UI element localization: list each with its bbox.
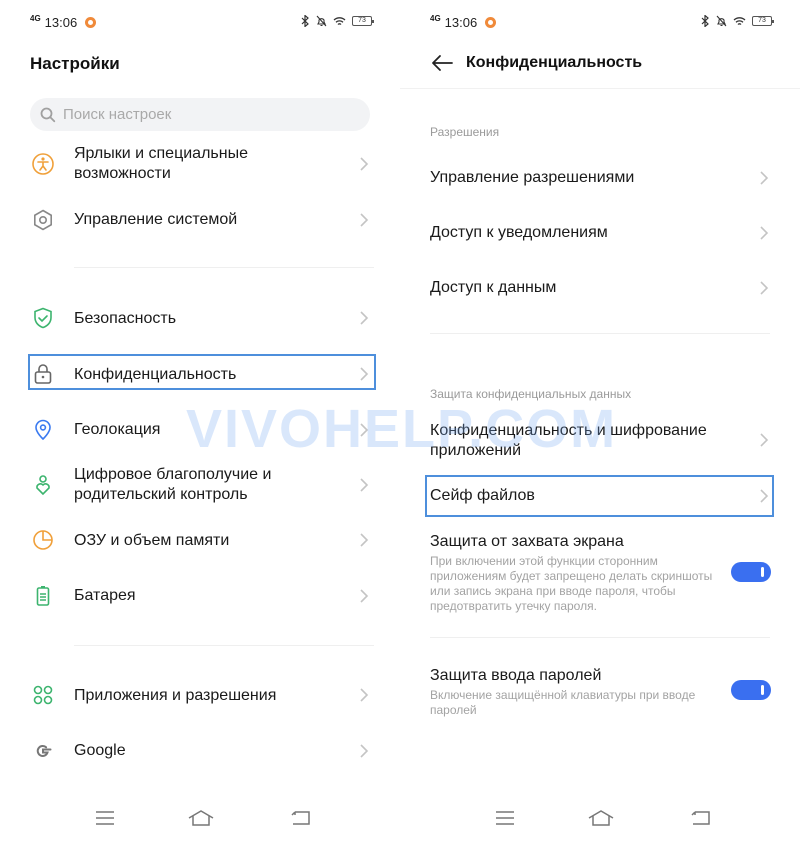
- chevron-right-icon: [360, 311, 369, 325]
- settings-item-label: Безопасность: [74, 310, 177, 327]
- section-divider: [74, 645, 374, 646]
- privacy-item-data-access[interactable]: Доступ к данным: [400, 268, 800, 308]
- toggle-title: Защита ввода паролей: [430, 667, 602, 684]
- settings-item-google[interactable]: Google: [0, 731, 400, 771]
- mute-icon: [716, 15, 727, 27]
- hexagon-gear-icon: [34, 209, 52, 231]
- chevron-right-icon: [760, 281, 769, 295]
- location-pin-icon: [35, 419, 51, 441]
- search-icon: [40, 107, 56, 122]
- status-bar: 4G 13:06 73: [400, 0, 800, 44]
- home-icon[interactable]: [587, 808, 615, 828]
- battery-indicator: 73: [752, 16, 774, 26]
- navigation-bar: [400, 800, 800, 840]
- back-arrow-icon[interactable]: [430, 53, 454, 73]
- chevron-right-icon: [360, 688, 369, 702]
- privacy-item-permission-management[interactable]: Управление разрешениями: [400, 158, 800, 198]
- privacy-item-password-input-protection: Защита ввода паролей Включение защищённо…: [400, 664, 800, 724]
- settings-item-label: Приложения и разрешения: [74, 687, 277, 704]
- settings-item-label: Google: [74, 742, 126, 759]
- menu-icon[interactable]: [93, 808, 117, 828]
- search-input[interactable]: [63, 106, 353, 123]
- privacy-item-label: Управление разрешениями: [430, 169, 635, 186]
- screen-capture-toggle[interactable]: [731, 562, 771, 582]
- menu-icon[interactable]: [493, 808, 517, 828]
- settings-item-security[interactable]: Безопасность: [0, 298, 400, 338]
- wellbeing-icon: [36, 475, 50, 496]
- status-time: 13:06: [444, 15, 478, 30]
- settings-item-label: ОЗУ и объем памяти: [74, 532, 230, 549]
- bluetooth-icon: [301, 15, 309, 27]
- page-title: Настройки: [30, 54, 120, 73]
- back-nav-icon[interactable]: [689, 808, 713, 828]
- privacy-item-label: Доступ к данным: [430, 279, 557, 296]
- chevron-right-icon: [360, 157, 369, 171]
- battery-indicator: 73: [352, 16, 374, 26]
- chevron-right-icon: [360, 533, 369, 547]
- toggle-description: Включение защищённой клавиатуры при ввод…: [430, 688, 696, 717]
- password-protection-toggle[interactable]: [731, 680, 771, 700]
- settings-item-label: Геолокация: [74, 421, 161, 438]
- settings-item-accessibility[interactable]: Ярлыки и специальные возможности: [0, 142, 400, 186]
- toggle-title: Защита от захвата экрана: [430, 533, 624, 550]
- shield-check-icon: [34, 307, 52, 329]
- chevron-right-icon: [760, 171, 769, 185]
- privacy-item-label: Доступ к уведомлениям: [430, 224, 608, 241]
- apps-grid-icon: [33, 685, 53, 705]
- privacy-item-screen-capture-protection: Защита от захвата экрана При включении э…: [400, 530, 800, 620]
- status-bar: 4G 13:06 73: [0, 0, 400, 44]
- battery-icon: [36, 586, 50, 606]
- settings-item-apps[interactable]: Приложения и разрешения: [0, 675, 400, 715]
- section-header-permissions: Разрешения: [430, 125, 500, 139]
- bluetooth-icon: [701, 15, 709, 27]
- accessibility-icon: [32, 153, 54, 175]
- privacy-item-notification-access[interactable]: Доступ к уведомлениям: [400, 213, 800, 253]
- chevron-right-icon: [360, 744, 369, 758]
- toggle-description: При включении этой функции сторонним при…: [430, 554, 713, 613]
- back-nav-icon[interactable]: [289, 808, 313, 828]
- notification-app-icon: [85, 17, 97, 28]
- search-bar[interactable]: [30, 98, 370, 131]
- settings-item-system[interactable]: Управление системой: [0, 200, 400, 240]
- home-icon[interactable]: [187, 808, 215, 828]
- chevron-right-icon: [760, 226, 769, 240]
- mute-icon: [316, 15, 327, 27]
- section-divider: [430, 333, 770, 334]
- section-divider: [430, 637, 770, 638]
- wifi-icon: [333, 16, 346, 25]
- notification-app-icon: [485, 17, 497, 28]
- settings-item-label: Ярлыки и специальные возможности: [74, 145, 248, 182]
- page-title: Конфиденциальность: [466, 54, 643, 71]
- status-time: 13:06: [44, 15, 78, 30]
- header-divider: [400, 88, 800, 89]
- navigation-bar: [0, 800, 400, 840]
- signal-indicator: 4G: [430, 13, 441, 23]
- settings-item-memory[interactable]: ОЗУ и объем памяти: [0, 520, 400, 560]
- section-divider: [74, 267, 374, 268]
- google-icon: [36, 745, 52, 757]
- settings-item-label: Управление системой: [74, 211, 238, 228]
- selection-highlight: [28, 354, 376, 390]
- chevron-right-icon: [360, 213, 369, 227]
- settings-item-wellbeing[interactable]: Цифровое благополучие и родительский кон…: [0, 462, 400, 508]
- settings-item-label: Цифровое благополучие и родительский кон…: [74, 466, 272, 503]
- chevron-right-icon: [360, 589, 369, 603]
- settings-item-battery[interactable]: Батарея: [0, 576, 400, 616]
- signal-indicator: 4G: [30, 13, 41, 23]
- settings-item-label: Батарея: [74, 587, 136, 604]
- selection-highlight: [425, 475, 774, 517]
- chevron-right-icon: [760, 433, 769, 447]
- chevron-right-icon: [360, 478, 369, 492]
- watermark: VIVOHELP.COM: [186, 399, 618, 459]
- wifi-icon: [733, 16, 746, 25]
- pie-chart-icon: [33, 530, 53, 550]
